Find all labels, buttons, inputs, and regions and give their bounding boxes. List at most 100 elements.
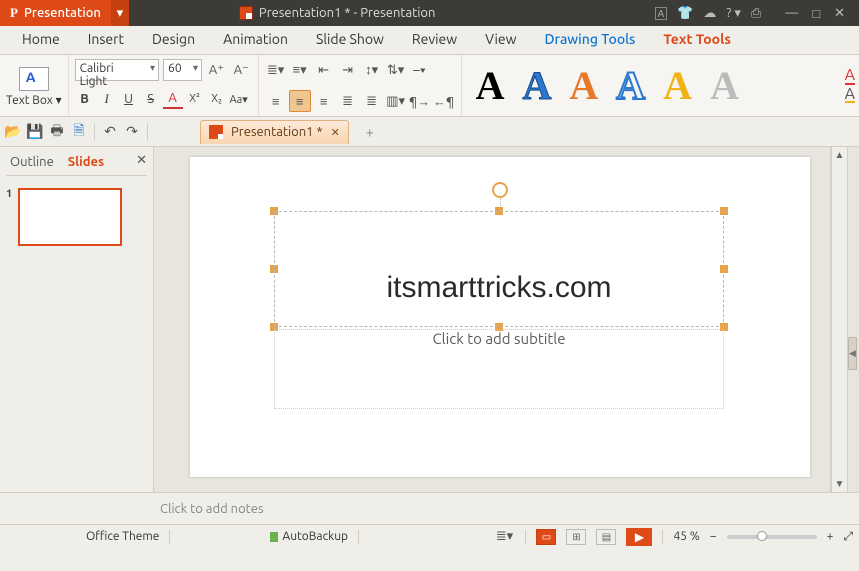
slide-canvas[interactable]: itsmarttricks.com Click to add subtitle: [190, 157, 810, 477]
save-button[interactable]: 💾: [26, 123, 44, 141]
skin-icon[interactable]: 👕: [677, 6, 693, 21]
tab-animation[interactable]: Animation: [209, 25, 302, 54]
zoom-slider[interactable]: [727, 535, 817, 539]
panel-tab-outline[interactable]: Outline: [10, 155, 54, 169]
inc-indent-button[interactable]: ⇥: [337, 59, 359, 81]
align-justify-button[interactable]: ≣: [337, 90, 359, 112]
fit-slide-button[interactable]: ⤢: [843, 530, 853, 544]
tab-review[interactable]: Review: [398, 25, 471, 54]
subtitle-textbox[interactable]: Click to add subtitle: [274, 329, 724, 409]
view-normal-button[interactable]: ▭: [536, 529, 556, 545]
zoom-value[interactable]: 45 %: [673, 530, 699, 543]
app-menu-dropdown[interactable]: ▾: [111, 0, 129, 26]
slide-number: 1: [6, 188, 12, 246]
wordart-style-1[interactable]: A: [476, 66, 505, 106]
maximize-button[interactable]: □: [812, 6, 820, 21]
tab-slideshow[interactable]: Slide Show: [302, 25, 398, 54]
feedback-icon[interactable]: ☁: [703, 6, 716, 21]
font-color-button[interactable]: A: [163, 89, 183, 109]
slide-thumbnail-image[interactable]: [18, 188, 122, 246]
view-sorter-button[interactable]: ⊞: [566, 529, 586, 545]
scroll-down-button[interactable]: ▼: [832, 478, 847, 490]
help-menu[interactable]: ? ▾: [726, 6, 741, 21]
slideshow-button[interactable]: ▶: [626, 528, 652, 546]
grow-font-button[interactable]: A⁺: [206, 59, 227, 81]
align-left-button[interactable]: ≡: [265, 90, 287, 112]
group-text-effects: A A: [845, 55, 859, 116]
wordart-style-4[interactable]: A: [616, 66, 645, 106]
group-wordart-gallery[interactable]: A A A A A A: [462, 55, 845, 116]
vertical-scrollbar[interactable]: ▲ ▼: [831, 147, 847, 492]
view-reading-button[interactable]: ▤: [596, 529, 616, 545]
slide-thumbnail-1[interactable]: 1: [6, 188, 147, 246]
minimize-button[interactable]: —: [785, 6, 798, 21]
tab-drawing-tools[interactable]: Drawing Tools: [530, 25, 649, 54]
app-menu[interactable]: P Presentation: [0, 0, 111, 26]
close-button[interactable]: ✕: [834, 6, 845, 21]
tab-design[interactable]: Design: [138, 25, 209, 54]
app-label: Presentation: [24, 6, 101, 20]
dec-indent-button[interactable]: ⇤: [313, 59, 335, 81]
italic-button[interactable]: I: [97, 89, 117, 109]
text-outline-button[interactable]: A: [845, 87, 855, 103]
new-tab-button[interactable]: +: [361, 123, 379, 141]
zoom-slider-knob[interactable]: [757, 531, 767, 541]
wordart-style-3[interactable]: A: [569, 66, 598, 106]
superscript-button[interactable]: X²: [185, 89, 205, 109]
rotate-handle[interactable]: [492, 182, 508, 198]
align-center-button[interactable]: ≡: [289, 90, 311, 112]
text-direction-button[interactable]: ⇅▾: [385, 59, 407, 81]
theme-indicator[interactable]: Office Theme: [86, 530, 159, 543]
zoom-in-button[interactable]: +: [827, 530, 834, 543]
print-preview-button[interactable]: 🗎: [70, 123, 88, 141]
undo-button[interactable]: ↶: [101, 123, 119, 141]
align-text-button[interactable]: ⎯▾: [409, 59, 431, 81]
distributed-button[interactable]: ≣: [361, 90, 383, 112]
group-paragraph: ≣▾ ≡▾ ⇤ ⇥ ↕▾ ⇅▾ ⎯▾ ≡ ≡ ≡ ≣ ≣ ▥▾ ¶→ ←¶: [259, 55, 462, 116]
shrink-font-button[interactable]: A⁻: [231, 59, 252, 81]
font-size-combo[interactable]: 60: [163, 59, 202, 81]
wordart-style-2[interactable]: A: [523, 66, 552, 106]
close-panel-button[interactable]: ✕: [136, 153, 147, 168]
notes-placeholder: Click to add notes: [160, 502, 264, 516]
theme-label: Office Theme: [86, 530, 159, 543]
title-textbox[interactable]: itsmarttricks.com: [274, 211, 724, 327]
close-tab-button[interactable]: ✕: [331, 126, 340, 139]
bold-button[interactable]: B: [75, 89, 95, 109]
redo-button[interactable]: ↷: [123, 123, 141, 141]
print-button[interactable]: 🖶: [48, 123, 66, 141]
numbering-button[interactable]: ≡▾: [289, 59, 311, 81]
bullets-button[interactable]: ≣▾: [265, 59, 287, 81]
subscript-button[interactable]: X₂: [207, 89, 227, 109]
zoom-out-button[interactable]: −: [710, 530, 717, 543]
slide-stage[interactable]: itsmarttricks.com Click to add subtitle: [154, 147, 831, 492]
textbox-icon[interactable]: [19, 67, 49, 91]
ltr-button[interactable]: ¶→: [409, 90, 431, 112]
rtl-button[interactable]: ←¶: [433, 90, 455, 112]
tab-view[interactable]: View: [471, 25, 530, 54]
collapse-taskpane-button[interactable]: [847, 147, 859, 492]
outline-toggle-button[interactable]: ≣▾: [493, 526, 515, 548]
lang-indicator-icon[interactable]: A: [655, 7, 668, 20]
tab-text-tools[interactable]: Text Tools: [649, 25, 745, 54]
columns-button[interactable]: ▥▾: [385, 90, 407, 112]
align-right-button[interactable]: ≡: [313, 90, 335, 112]
textbox-button[interactable]: Text Box ▾: [6, 93, 62, 107]
panel-tab-slides[interactable]: Slides: [68, 155, 104, 169]
open-button[interactable]: 📂: [4, 123, 22, 141]
underline-button[interactable]: U: [119, 89, 139, 109]
tab-home[interactable]: Home: [8, 25, 74, 54]
share-icon[interactable]: ⎙: [751, 6, 761, 21]
font-name-combo[interactable]: Calibri Light: [75, 59, 159, 81]
line-spacing-button[interactable]: ↕▾: [361, 59, 383, 81]
change-case-button[interactable]: Aa▾: [229, 89, 249, 109]
tab-insert[interactable]: Insert: [74, 25, 138, 54]
document-tab[interactable]: Presentation1 * ✕: [200, 120, 349, 144]
wordart-style-6[interactable]: A: [710, 66, 739, 106]
strike-button[interactable]: S: [141, 89, 161, 109]
wordart-style-5[interactable]: A: [663, 66, 692, 106]
text-fill-button[interactable]: A: [845, 68, 855, 84]
autobackup-indicator[interactable]: AutoBackup: [270, 530, 348, 543]
notes-pane[interactable]: Click to add notes: [0, 492, 859, 524]
scroll-up-button[interactable]: ▲: [832, 149, 847, 161]
